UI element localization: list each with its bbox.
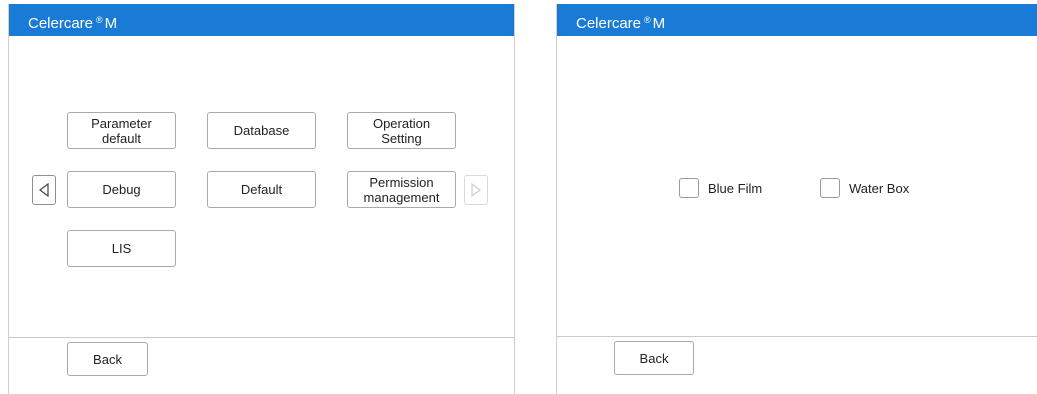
blue-film-option[interactable]: Blue Film bbox=[679, 178, 762, 198]
app-title: Celercare bbox=[576, 15, 642, 32]
database-button[interactable]: Database bbox=[207, 112, 316, 149]
next-page-button[interactable] bbox=[464, 175, 488, 205]
app-title: Celercare bbox=[28, 15, 94, 32]
triangle-right-icon bbox=[471, 183, 481, 197]
footer-divider bbox=[9, 337, 514, 338]
registered-mark: ® bbox=[96, 15, 103, 25]
back-button[interactable]: Back bbox=[614, 341, 694, 375]
debug-button[interactable]: Debug bbox=[67, 171, 176, 208]
blue-film-checkbox[interactable] bbox=[679, 178, 699, 198]
default-button[interactable]: Default bbox=[207, 171, 316, 208]
water-box-label: Water Box bbox=[849, 180, 910, 196]
blue-film-label: Blue Film bbox=[708, 180, 763, 196]
settings-menu-panel: Celercare ® M Parameter default Database O… bbox=[8, 4, 515, 394]
registered-mark: ® bbox=[644, 15, 651, 25]
footer-divider bbox=[557, 336, 1037, 337]
lis-button[interactable]: LIS bbox=[67, 230, 176, 267]
water-box-option[interactable]: Water Box bbox=[820, 178, 909, 198]
title-bar: Celercare ® M bbox=[9, 4, 514, 36]
previous-page-button[interactable] bbox=[32, 175, 56, 205]
back-button[interactable]: Back bbox=[67, 342, 148, 376]
app-title-suffix: M bbox=[652, 15, 666, 32]
debug-options-panel: Celercare ® M Blue Film Water Box Back bbox=[556, 4, 1037, 394]
water-box-checkbox[interactable] bbox=[820, 178, 840, 198]
app-title-suffix: M bbox=[104, 15, 118, 32]
triangle-left-icon bbox=[39, 183, 49, 197]
title-bar: Celercare ® M bbox=[557, 4, 1037, 36]
parameter-default-button[interactable]: Parameter default bbox=[67, 112, 176, 149]
operation-setting-button[interactable]: Operation Setting bbox=[347, 112, 456, 149]
permission-management-button[interactable]: Permission management bbox=[347, 171, 456, 208]
